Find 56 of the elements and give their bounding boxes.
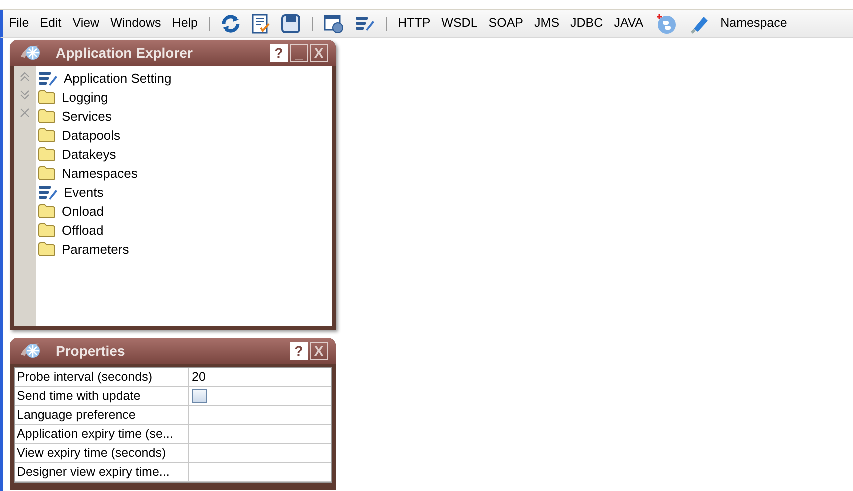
panel-title: Properties bbox=[56, 342, 126, 361]
close-button[interactable]: X bbox=[310, 342, 328, 360]
folder-icon bbox=[38, 204, 56, 219]
checkbox[interactable] bbox=[192, 389, 207, 403]
property-name-cell: Designer view expiry time... bbox=[15, 463, 189, 481]
help-button[interactable]: ? bbox=[270, 44, 288, 62]
menu-item[interactable]: View bbox=[72, 14, 100, 33]
property-value-cell[interactable]: 20 bbox=[192, 368, 206, 386]
toolbar-button[interactable]: Namespace bbox=[720, 14, 788, 33]
help-button[interactable]: ? bbox=[290, 342, 308, 360]
close-icon[interactable] bbox=[20, 108, 30, 118]
collapse-all-icon[interactable] bbox=[20, 72, 30, 82]
tree-item[interactable]: Parameters bbox=[62, 240, 130, 260]
toolbar-button[interactable]: WSDL bbox=[442, 14, 478, 33]
menu-item[interactable]: Edit bbox=[40, 14, 62, 33]
link-add-icon[interactable] bbox=[654, 12, 677, 34]
tree-item[interactable]: Services bbox=[62, 106, 112, 126]
panel-title: Application Explorer bbox=[56, 44, 194, 63]
toolbar-button[interactable]: HTTP bbox=[398, 14, 431, 33]
tree-item[interactable]: Application Setting bbox=[64, 68, 172, 88]
folder-icon bbox=[38, 147, 56, 162]
menu-item[interactable]: Help bbox=[172, 14, 198, 33]
folder-icon bbox=[38, 128, 56, 143]
window-globe-icon[interactable] bbox=[324, 14, 344, 34]
toolbar-button[interactable]: JDBC bbox=[570, 14, 604, 33]
property-name-cell: Application expiry time (se... bbox=[15, 425, 189, 443]
property-name-cell: Send time with update bbox=[15, 387, 189, 405]
tree-item[interactable]: Namespaces bbox=[62, 164, 138, 184]
folder-icon bbox=[38, 223, 56, 238]
menu-item[interactable]: File bbox=[9, 14, 30, 33]
folder-icon bbox=[38, 166, 56, 181]
tree-item[interactable]: Onload bbox=[62, 202, 104, 222]
save-icon[interactable] bbox=[281, 14, 302, 34]
toolbar-button[interactable]: SOAP bbox=[488, 14, 524, 33]
property-name-cell: View expiry time (seconds) bbox=[15, 444, 189, 462]
refresh-icon[interactable] bbox=[221, 14, 242, 34]
menu-item[interactable]: Windows bbox=[110, 14, 162, 33]
server-pencil-icon bbox=[38, 70, 58, 86]
tree-item[interactable]: Offload bbox=[62, 220, 104, 240]
toolbar-button[interactable]: JMS bbox=[534, 14, 560, 33]
toolbar-button[interactable]: JAVA bbox=[614, 14, 644, 33]
close-button[interactable]: X bbox=[310, 44, 328, 62]
server-pencil-icon bbox=[38, 184, 58, 200]
server-pencil-icon[interactable] bbox=[355, 14, 376, 32]
folder-icon bbox=[38, 109, 56, 124]
tree-item[interactable]: Logging bbox=[62, 88, 108, 108]
folder-icon bbox=[38, 90, 56, 105]
checklist-icon[interactable] bbox=[252, 14, 270, 34]
tree-item[interactable]: Datakeys bbox=[62, 144, 116, 164]
property-name-cell: Probe interval (seconds) bbox=[15, 368, 189, 386]
minimize-button[interactable]: _ bbox=[290, 44, 308, 62]
folder-icon bbox=[38, 242, 56, 257]
property-name-cell: Language preference bbox=[15, 406, 189, 424]
tree-item[interactable]: Events bbox=[64, 182, 104, 202]
tree-item[interactable]: Datapools bbox=[62, 126, 121, 146]
expand-all-icon[interactable] bbox=[20, 90, 30, 100]
